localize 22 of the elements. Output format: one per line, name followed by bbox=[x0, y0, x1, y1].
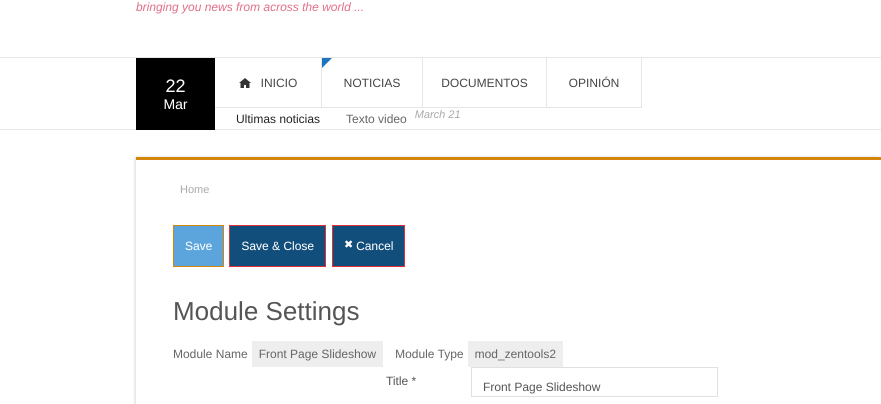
date-day: 22 bbox=[165, 76, 186, 96]
page-heading: Module Settings bbox=[173, 294, 360, 326]
date-month: Mar bbox=[163, 96, 188, 112]
menu-link[interactable]: NOTICIAS bbox=[322, 58, 423, 108]
corner-marker-icon bbox=[322, 58, 332, 68]
field-label: Module Name bbox=[173, 346, 248, 362]
site-tagline: bringing you news from across the world ... bbox=[136, 0, 366, 14]
menu-link[interactable]: DOCUMENTOS bbox=[423, 58, 547, 108]
field-label: Module Type bbox=[395, 346, 464, 362]
home-icon bbox=[238, 78, 251, 88]
field-label: Title * bbox=[386, 372, 418, 390]
close-icon: ✖ bbox=[344, 237, 354, 254]
input-field[interactable]: Front Page Slideshow bbox=[471, 366, 718, 396]
form-button[interactable]: ✖ Cancel bbox=[332, 224, 406, 266]
ticker-date: March 21 bbox=[414, 108, 461, 124]
form-button[interactable]: Save & Close bbox=[229, 224, 326, 266]
module-type-value: mod_zentools2 bbox=[468, 340, 563, 366]
menu-link[interactable]: OPINIÓN bbox=[547, 58, 642, 108]
menu-link[interactable]: INICIO bbox=[215, 58, 322, 108]
module-name-value: Front Page Slideshow bbox=[252, 340, 384, 366]
ticker-link[interactable]: Ultimas noticias bbox=[236, 110, 320, 128]
ticker-link[interactable]: Texto video bbox=[346, 110, 407, 128]
